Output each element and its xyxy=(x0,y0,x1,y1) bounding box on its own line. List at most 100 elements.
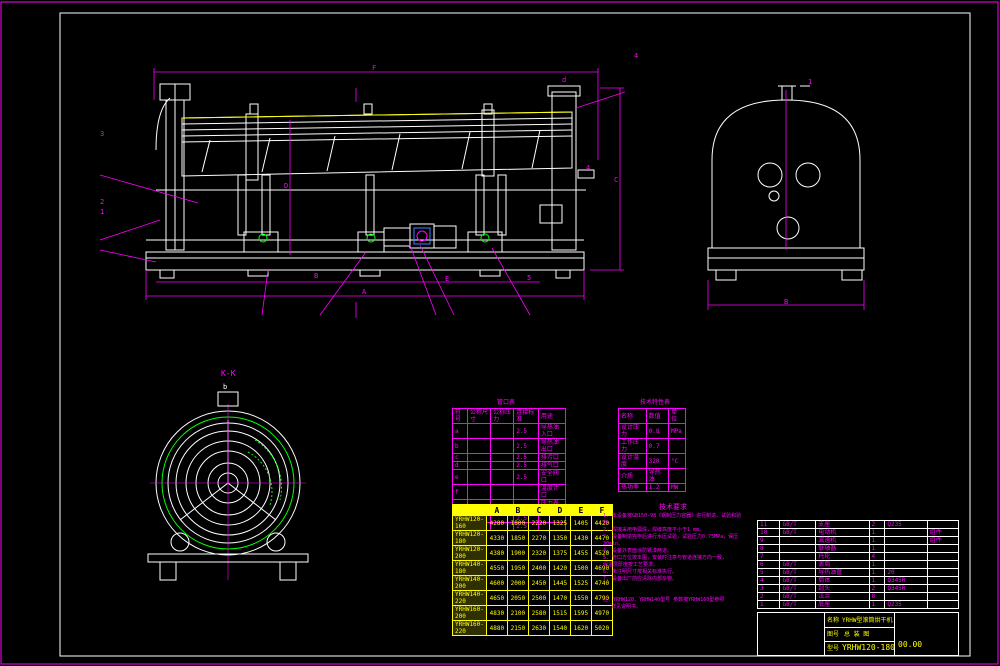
table-cell xyxy=(926,584,960,593)
table-cell: 1 xyxy=(756,600,781,609)
table-cell: YRHW140-220 xyxy=(452,590,487,606)
table-cell: 8 xyxy=(868,592,886,601)
table-cell: b xyxy=(451,438,469,454)
table-cell: 1.2 xyxy=(645,483,670,492)
table-cell: 托轮 xyxy=(815,552,870,561)
table-cell: 1900 xyxy=(506,545,529,561)
table-cell: GB/T xyxy=(779,528,817,537)
table-cell: 4280 xyxy=(485,515,508,531)
table-cell: 安全阀口 xyxy=(537,469,567,485)
table-row: YRHW160-200 4830 2100 2580 1515 1595 4970 xyxy=(452,605,613,621)
table-cell xyxy=(490,453,515,462)
table-cell: 7 xyxy=(756,552,781,561)
table-header: 单位 xyxy=(668,408,686,424)
table-cell: 1 xyxy=(868,544,886,553)
table-row: YRHW120-160 4280 1800 2220 1325 1405 4420 xyxy=(452,515,613,531)
table-cell: 导热油出口 xyxy=(537,438,567,454)
table-cell: 1325 xyxy=(548,515,571,531)
table-cell xyxy=(779,552,817,561)
table-cell: 1405 xyxy=(569,515,592,531)
table-cell: 2 xyxy=(756,592,781,601)
table-cell xyxy=(467,423,492,439)
title-model: YRHW120-180 xyxy=(842,643,895,652)
dim-4b: 4 xyxy=(586,164,591,172)
table-row: 10 GB/T 电动机 1 组件 xyxy=(756,528,960,537)
table-row: 2 GB/T 法兰 8 xyxy=(756,592,960,601)
table-row: b 2.5 导热油出口 xyxy=(451,438,567,454)
table-cell xyxy=(779,544,817,553)
table-cell: MW xyxy=(668,483,686,492)
title-drawing-no: 总 装 图 xyxy=(844,631,870,638)
table-cell: 4550 xyxy=(485,560,508,576)
section-mark: b xyxy=(223,383,228,391)
table-cell: 导热油管 xyxy=(815,568,870,577)
dim-2: 2 xyxy=(100,198,105,206)
table-cell: 1800 xyxy=(506,515,529,531)
table-cell: 1525 xyxy=(569,575,592,591)
table-header: D xyxy=(548,504,571,516)
table-cell: 排气口 xyxy=(537,461,567,470)
table-row: 6 GB/T 滚筒 1 xyxy=(756,560,960,569)
tech-notes: 技术要求 1. 本设备按GB150-98《钢制压力容器》进行制造、试验和验收。 … xyxy=(603,504,743,611)
table-cell xyxy=(926,520,960,529)
table-cell xyxy=(490,438,515,454)
table-cell: 1 xyxy=(868,528,886,537)
table-cell: 1375 xyxy=(548,545,571,561)
table-header: 连接标准 xyxy=(513,408,539,424)
table-cell: 1 xyxy=(868,560,886,569)
table-cell: 4650 xyxy=(485,590,508,606)
table-cell: 3 xyxy=(756,584,781,593)
table-cell: 1430 xyxy=(569,530,592,546)
table-cell: 导热油入口 xyxy=(537,423,567,439)
table-cell xyxy=(884,552,928,561)
table-cell: 2580 xyxy=(527,605,550,621)
table-header: A xyxy=(485,504,508,516)
table-cell: GB/T xyxy=(779,576,817,585)
note-item: 4. 设备外表面涂防锈漆两道。 xyxy=(603,548,673,554)
table-cell: 1950 xyxy=(506,560,529,576)
table-cell: GB/T xyxy=(779,568,817,577)
table-cell: 设计温度 xyxy=(618,453,647,469)
table-cell xyxy=(467,484,492,500)
dim-d: D xyxy=(284,182,289,190)
table-cell: 2000 xyxy=(506,575,529,591)
title-model-label: 型号 xyxy=(827,645,840,652)
table-cell: 1515 xyxy=(548,605,571,621)
side-note: 1 xyxy=(808,78,813,86)
table-row: 9 减速机 1 组件 xyxy=(756,536,960,545)
table-cell xyxy=(926,544,960,553)
table-cell: 1540 xyxy=(548,620,571,636)
table-cell: Q235 xyxy=(884,520,928,529)
table-cell: 介质 xyxy=(618,468,647,484)
table-cell: YRHW160-200 xyxy=(452,605,487,621)
table-header: 用途 xyxy=(537,408,567,424)
table-cell xyxy=(926,600,960,609)
table-cell: GB/T xyxy=(779,520,817,529)
table-row: 介质 导热油 xyxy=(618,468,686,484)
table-cell: 2320 xyxy=(527,545,550,561)
table-cell: 组件 xyxy=(926,528,960,537)
note-item: 6. 未注明尺寸按相关标准执行。 xyxy=(603,569,678,575)
table-cell: YRHW120-200 xyxy=(452,545,487,561)
front-view-dimensions xyxy=(99,68,626,318)
front-view-colored xyxy=(181,111,573,245)
table-cell: 11 xyxy=(756,520,781,529)
section-view xyxy=(147,391,309,581)
table-cell: 温度计口 xyxy=(537,484,567,500)
model-table: A B C D E F YRHW120-160 4280 1800 2220 1325 1… xyxy=(452,504,613,636)
table-cell: 电动机 xyxy=(815,528,870,537)
table-cell: 2400 xyxy=(527,560,550,576)
table-cell xyxy=(467,438,492,454)
table-row: YRHW120-180 4330 1850 2270 1350 1430 4470 xyxy=(452,530,613,546)
dim-3: 3 xyxy=(100,130,105,138)
table-cell: 工作压力 xyxy=(618,438,647,454)
table-cell: 筒体 xyxy=(815,576,870,585)
table-cell: 热功率 xyxy=(618,483,647,492)
note-item: 1. 本设备按GB150-98《钢制压力容器》进行制造、试验和验收。 xyxy=(603,513,742,526)
dim-4: 4 xyxy=(634,52,639,60)
table-cell: MPa xyxy=(668,423,686,439)
section-label: K-K xyxy=(221,369,236,378)
table-cell: 2.5 xyxy=(513,423,539,439)
table-cell xyxy=(779,536,817,545)
table-header: 公称压力 xyxy=(490,408,515,424)
